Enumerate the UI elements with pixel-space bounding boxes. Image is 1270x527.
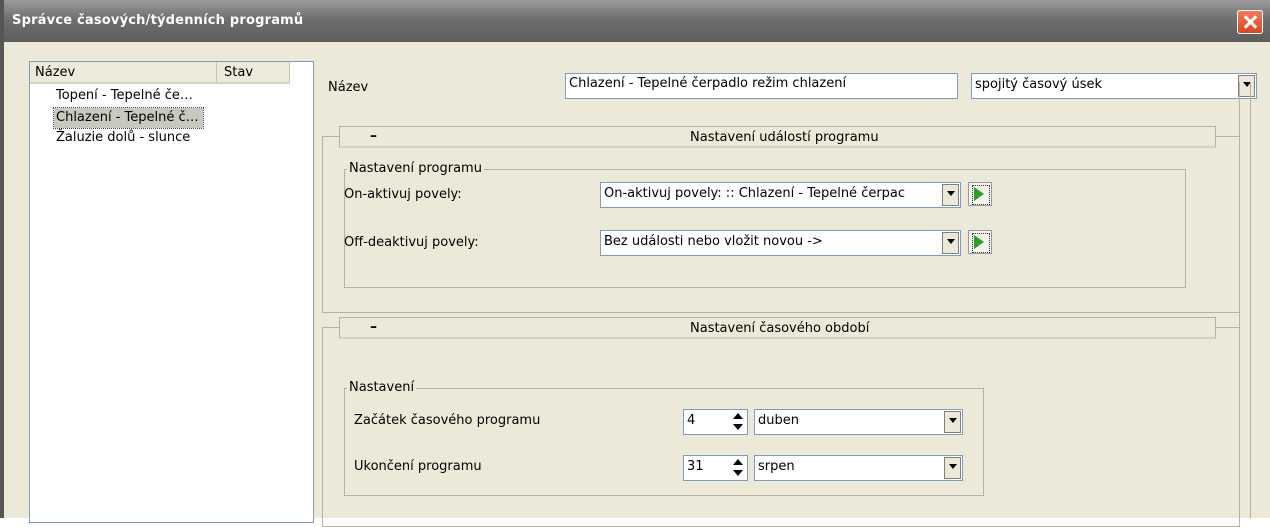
- collapse-icon[interactable]: –: [370, 319, 377, 335]
- end-label: Ukončení programu: [354, 459, 482, 474]
- column-divider[interactable]: [216, 62, 217, 82]
- start-month-select[interactable]: duben: [754, 409, 963, 435]
- name-input[interactable]: Chlazení - Tepelné čerpadlo režim chlaze…: [565, 73, 958, 99]
- end-month-select[interactable]: srpen: [754, 455, 963, 481]
- spin-up-icon[interactable]: [731, 458, 745, 467]
- spin-up-icon[interactable]: [731, 412, 745, 421]
- list-item[interactable]: Topení - Tepelné če…: [54, 86, 197, 106]
- list-item-selected[interactable]: Chlazení - Tepelné č…: [53, 107, 204, 129]
- end-day-value: 31: [687, 459, 704, 474]
- program-type-select[interactable]: spojitý časový úsek: [971, 73, 1257, 99]
- start-day-stepper[interactable]: 4: [683, 409, 748, 435]
- period-group-title: Nastavení časového období: [690, 321, 870, 336]
- chevron-down-icon[interactable]: [942, 184, 959, 206]
- chevron-down-icon[interactable]: [944, 411, 961, 433]
- play-event-icon[interactable]: [968, 230, 992, 254]
- end-month-value: srpen: [758, 459, 795, 474]
- start-day-value: 4: [687, 413, 696, 428]
- title-bar: Správce časových/týdenních programů: [4, 0, 1270, 42]
- on-commands-label: On-aktivuj povely:: [344, 187, 462, 202]
- off-commands-select[interactable]: Bez události nebo vložit novou ->: [600, 230, 961, 256]
- start-month-value: duben: [758, 413, 799, 428]
- off-commands-value: Bez události nebo vložit novou ->: [604, 234, 823, 249]
- start-label: Začátek časového programu: [354, 413, 541, 428]
- spin-down-icon[interactable]: [731, 423, 745, 432]
- window-title: Správce časových/týdenních programů: [12, 13, 304, 28]
- close-icon[interactable]: [1237, 10, 1263, 34]
- list-item[interactable]: Žaluzie dolů - slunce: [54, 128, 194, 148]
- chevron-down-icon[interactable]: [942, 232, 959, 254]
- on-commands-select[interactable]: On-aktivuj povely: :: Chlazení - Tepelné…: [600, 182, 961, 208]
- program-manager-window: Správce časových/týdenních programů Náze…: [0, 0, 1270, 527]
- end-day-stepper[interactable]: 31: [683, 455, 748, 481]
- collapse-icon[interactable]: –: [370, 128, 377, 144]
- play-event-icon[interactable]: [968, 182, 992, 206]
- off-commands-label: Off-deaktivuj povely:: [344, 235, 479, 250]
- name-label: Název: [328, 80, 369, 95]
- fieldset-legend: Nastavení: [347, 380, 417, 395]
- spin-down-icon[interactable]: [731, 469, 745, 478]
- program-type-value: spojitý časový úsek: [975, 77, 1103, 92]
- fieldset-legend: Nastavení programu: [347, 161, 484, 176]
- on-commands-value: On-aktivuj povely: :: Chlazení - Tepelné…: [604, 186, 906, 201]
- column-header-name[interactable]: Název: [35, 65, 75, 80]
- period-group-header[interactable]: – Nastavení časového období: [339, 317, 1216, 339]
- column-divider[interactable]: [289, 62, 290, 82]
- column-header-status[interactable]: Stav: [224, 65, 253, 80]
- scrollbar[interactable]: [1239, 82, 1251, 518]
- list-header: Název Stav: [30, 62, 290, 84]
- events-group-title: Nastavení událostí programu: [690, 130, 879, 145]
- events-group-header[interactable]: – Nastavení událostí programu: [339, 126, 1216, 148]
- chevron-down-icon[interactable]: [944, 457, 961, 479]
- program-list[interactable]: Název Stav Topení - Tepelné če… Chlazení…: [29, 61, 314, 523]
- content-area: Název Stav Topení - Tepelné če… Chlazení…: [8, 42, 1270, 527]
